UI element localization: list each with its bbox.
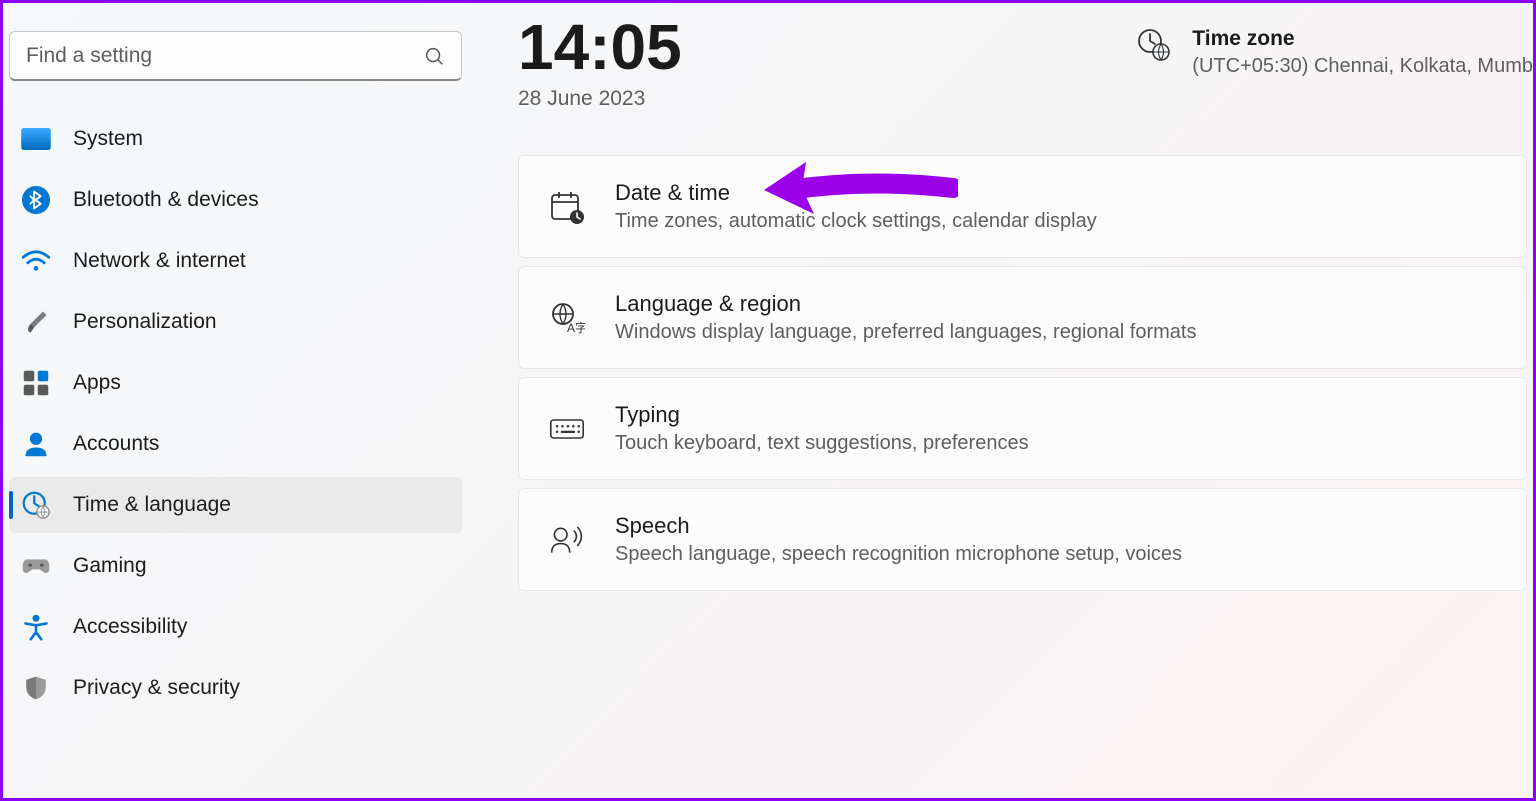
sidebar-item-label: Gaming [73,554,147,578]
sidebar-item-label: Privacy & security [73,676,240,700]
timezone-block: Time zone (UTC+05:30) Chennai, Kolkata, … [1136,27,1533,78]
card-title: Language & region [615,291,1496,317]
search-icon [423,45,445,67]
sidebar-item-label: Accounts [73,432,159,456]
sidebar-item-accounts[interactable]: Accounts [9,416,462,472]
sidebar-item-label: Time & language [73,493,231,517]
card-desc: Touch keyboard, text suggestions, prefer… [615,432,1496,455]
sidebar-item-label: Network & internet [73,249,246,273]
svg-text:A字: A字 [567,320,585,335]
sidebar-item-label: System [73,127,143,151]
language-icon: A字 [549,300,585,336]
sidebar-item-bluetooth[interactable]: Bluetooth & devices [9,172,462,228]
clock-date: 28 June 2023 [518,87,1136,111]
person-icon [21,429,51,459]
card-desc: Windows display language, preferred lang… [615,321,1496,344]
paintbrush-icon [21,307,51,337]
sidebar-item-personalization[interactable]: Personalization [9,294,462,350]
card-list: Date & time Time zones, automatic clock … [518,155,1533,591]
gamepad-icon [21,551,51,581]
card-language-region[interactable]: A字 Language & region Windows display lan… [518,266,1527,369]
keyboard-icon [549,411,585,447]
card-speech[interactable]: Speech Speech language, speech recogniti… [518,488,1527,591]
clock-block: 14:05 28 June 2023 [518,15,1136,111]
nav-list: System Bluetooth & devices Network & int… [3,111,468,716]
clock-globe-icon [21,490,51,520]
card-title: Typing [615,402,1496,428]
speech-icon [549,522,585,558]
sidebar-item-apps[interactable]: Apps [9,355,462,411]
card-title: Date & time [615,180,1496,206]
card-desc: Time zones, automatic clock settings, ca… [615,210,1496,233]
sidebar-item-label: Apps [73,371,121,395]
sidebar-item-time-language[interactable]: Time & language [9,477,462,533]
card-date-time[interactable]: Date & time Time zones, automatic clock … [518,155,1527,258]
apps-icon [21,368,51,398]
clock-time: 14:05 [518,15,1136,79]
date-time-icon [549,189,585,225]
sidebar-item-system[interactable]: System [9,111,462,167]
sidebar-item-accessibility[interactable]: Accessibility [9,599,462,655]
sidebar-item-network[interactable]: Network & internet [9,233,462,289]
sidebar-item-privacy-security[interactable]: Privacy & security [9,660,462,716]
card-typing[interactable]: Typing Touch keyboard, text suggestions,… [518,377,1527,480]
header-row: 14:05 28 June 2023 Time zone (UTC+05:30)… [518,3,1533,111]
wifi-icon [21,246,51,276]
search-input[interactable] [26,44,423,68]
sidebar-item-label: Bluetooth & devices [73,188,259,212]
card-desc: Speech language, speech recognition micr… [615,543,1496,566]
sidebar-item-gaming[interactable]: Gaming [9,538,462,594]
card-title: Speech [615,513,1496,539]
shield-icon [21,673,51,703]
clock-globe-icon [1136,27,1170,61]
bluetooth-icon [21,185,51,215]
accessibility-icon [21,612,51,642]
timezone-value: (UTC+05:30) Chennai, Kolkata, Mumb [1192,55,1533,78]
sidebar-item-label: Personalization [73,310,217,334]
timezone-label: Time zone [1192,27,1533,51]
main-panel: 14:05 28 June 2023 Time zone (UTC+05:30)… [518,3,1533,798]
sidebar: System Bluetooth & devices Network & int… [3,3,468,798]
search-box[interactable] [9,31,462,81]
display-icon [21,124,51,154]
sidebar-item-label: Accessibility [73,615,187,639]
